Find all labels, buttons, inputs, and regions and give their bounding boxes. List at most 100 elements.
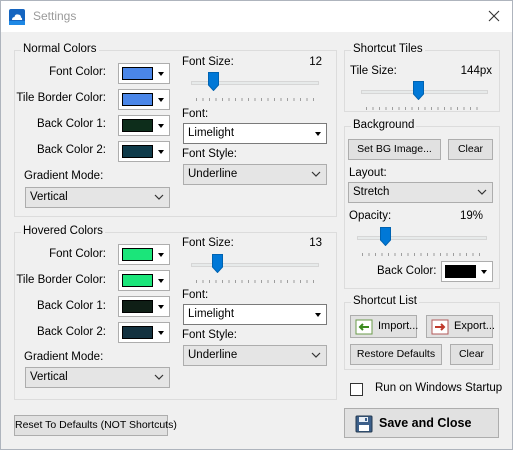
hovered-font-select[interactable]: Limelight	[183, 304, 327, 325]
normal-back-color-2-picker[interactable]	[118, 141, 170, 162]
tile-size-slider[interactable]	[361, 81, 488, 115]
dropdown-arrow-icon	[158, 305, 164, 309]
dropdown-arrow-icon	[158, 253, 164, 257]
hovered-font-label: Font:	[182, 289, 209, 301]
export-arrow-icon	[431, 319, 449, 335]
normal-font-size-label: Font Size:	[182, 56, 234, 68]
select-value: Underline	[188, 168, 238, 180]
select-value: Limelight	[188, 127, 235, 139]
save-and-close-label: Save and Close	[379, 416, 472, 430]
select-value: Stretch	[353, 186, 390, 198]
set-bg-image-button[interactable]: Set BG Image...	[348, 139, 441, 160]
slider-thumb[interactable]	[379, 227, 391, 246]
close-icon[interactable]	[480, 3, 508, 29]
bg-back-color-picker[interactable]	[441, 261, 493, 282]
hovered-gradient-mode-select[interactable]: Vertical	[25, 367, 170, 388]
opacity-value: 19%	[459, 210, 483, 222]
bg-back-color-label: Back Color:	[377, 265, 437, 277]
background-legend: Background	[351, 119, 417, 131]
hovered-back-color-1-label: Back Color 1:	[36, 300, 106, 312]
slider-track	[191, 263, 319, 267]
dropdown-arrow-icon	[158, 72, 164, 76]
chevron-down-icon	[311, 352, 321, 358]
clear-shortcuts-button[interactable]: Clear	[450, 344, 493, 365]
slider-thumb[interactable]	[211, 254, 223, 273]
dropdown-arrow-icon	[158, 331, 164, 335]
floppy-disk-icon	[355, 415, 373, 433]
normal-gradient-mode-label: Gradient Mode:	[24, 170, 104, 182]
hovered-back-color-1-picker[interactable]	[118, 296, 170, 317]
export-button[interactable]: Export...	[426, 315, 495, 338]
color-swatch	[122, 326, 153, 339]
slider-track	[361, 90, 488, 94]
reset-defaults-button[interactable]: Reset To Defaults (NOT Shortcuts)	[14, 415, 177, 436]
color-swatch	[122, 67, 153, 80]
clear-bg-button[interactable]: Clear	[448, 139, 493, 160]
slider-ticks	[196, 280, 314, 283]
hovered-font-color-label: Font Color:	[49, 248, 106, 260]
chevron-down-icon	[311, 171, 321, 177]
select-value: Underline	[188, 349, 238, 361]
slider-ticks	[362, 253, 482, 256]
opacity-label: Opacity:	[349, 210, 392, 222]
shortcut-list-legend: Shortcut List	[351, 295, 419, 307]
normal-font-size-slider[interactable]	[191, 72, 319, 106]
hovered-font-size-label: Font Size:	[182, 237, 234, 249]
hovered-gradient-mode-label: Gradient Mode:	[24, 351, 104, 363]
hovered-tile-border-picker[interactable]	[118, 270, 170, 291]
normal-back-color-1-label: Back Color 1:	[36, 118, 106, 130]
hovered-font-color-picker[interactable]	[118, 244, 170, 265]
settings-window: Settings Normal Colors Font Color: Tile …	[0, 0, 513, 450]
slider-ticks	[196, 98, 314, 101]
normal-font-label: Font:	[182, 108, 209, 120]
hovered-font-size-value: 13	[309, 237, 322, 249]
hovered-font-size-slider[interactable]	[191, 254, 319, 288]
save-and-close-button[interactable]: Save and Close	[344, 408, 499, 438]
color-swatch	[122, 300, 153, 313]
normal-back-color-2-label: Back Color 2:	[36, 144, 106, 156]
normal-tile-border-picker[interactable]	[118, 89, 170, 110]
import-button[interactable]: Import...	[350, 315, 419, 338]
normal-back-color-1-picker[interactable]	[118, 115, 170, 136]
shortcut-tiles-legend: Shortcut Tiles	[351, 43, 425, 55]
color-swatch	[122, 248, 153, 261]
select-value: Limelight	[188, 308, 235, 320]
color-swatch	[122, 93, 153, 106]
import-arrow-icon	[355, 319, 373, 335]
hovered-colors-legend: Hovered Colors	[21, 225, 105, 237]
dropdown-arrow-icon	[315, 132, 321, 136]
slider-ticks	[366, 107, 483, 110]
hovered-font-style-select[interactable]: Underline	[183, 345, 327, 366]
run-on-startup-label[interactable]: Run on Windows Startup	[375, 382, 502, 394]
color-swatch	[122, 119, 153, 132]
normal-font-color-picker[interactable]	[118, 63, 170, 84]
slider-thumb[interactable]	[207, 72, 219, 91]
normal-gradient-mode-select[interactable]: Vertical	[25, 187, 170, 208]
dropdown-arrow-icon	[481, 270, 487, 274]
hovered-font-style-label: Font Style:	[182, 329, 237, 341]
tile-size-label: Tile Size:	[350, 65, 397, 77]
slider-thumb[interactable]	[413, 81, 425, 100]
dropdown-arrow-icon	[158, 124, 164, 128]
chevron-down-icon	[154, 194, 164, 200]
select-value: Vertical	[30, 191, 68, 203]
normal-font-color-label: Font Color:	[49, 66, 106, 78]
opacity-slider[interactable]	[357, 227, 487, 261]
run-on-startup-checkbox[interactable]	[350, 383, 363, 396]
normal-tile-border-label: Tile Border Color:	[16, 92, 106, 104]
layout-label: Layout:	[349, 167, 387, 179]
window-title: Settings	[33, 9, 77, 23]
normal-colors-legend: Normal Colors	[21, 43, 99, 55]
dropdown-arrow-icon	[315, 313, 321, 317]
select-value: Vertical	[30, 371, 68, 383]
import-label: Import...	[378, 320, 419, 332]
hovered-back-color-2-picker[interactable]	[118, 322, 170, 343]
layout-select[interactable]: Stretch	[348, 182, 493, 203]
app-cloud-icon	[9, 9, 25, 25]
normal-font-style-select[interactable]: Underline	[183, 164, 327, 185]
dropdown-arrow-icon	[158, 150, 164, 154]
normal-font-select[interactable]: Limelight	[183, 123, 327, 144]
tile-size-value: 144px	[460, 65, 492, 77]
restore-defaults-button[interactable]: Restore Defaults	[350, 344, 442, 365]
color-swatch	[122, 145, 153, 158]
